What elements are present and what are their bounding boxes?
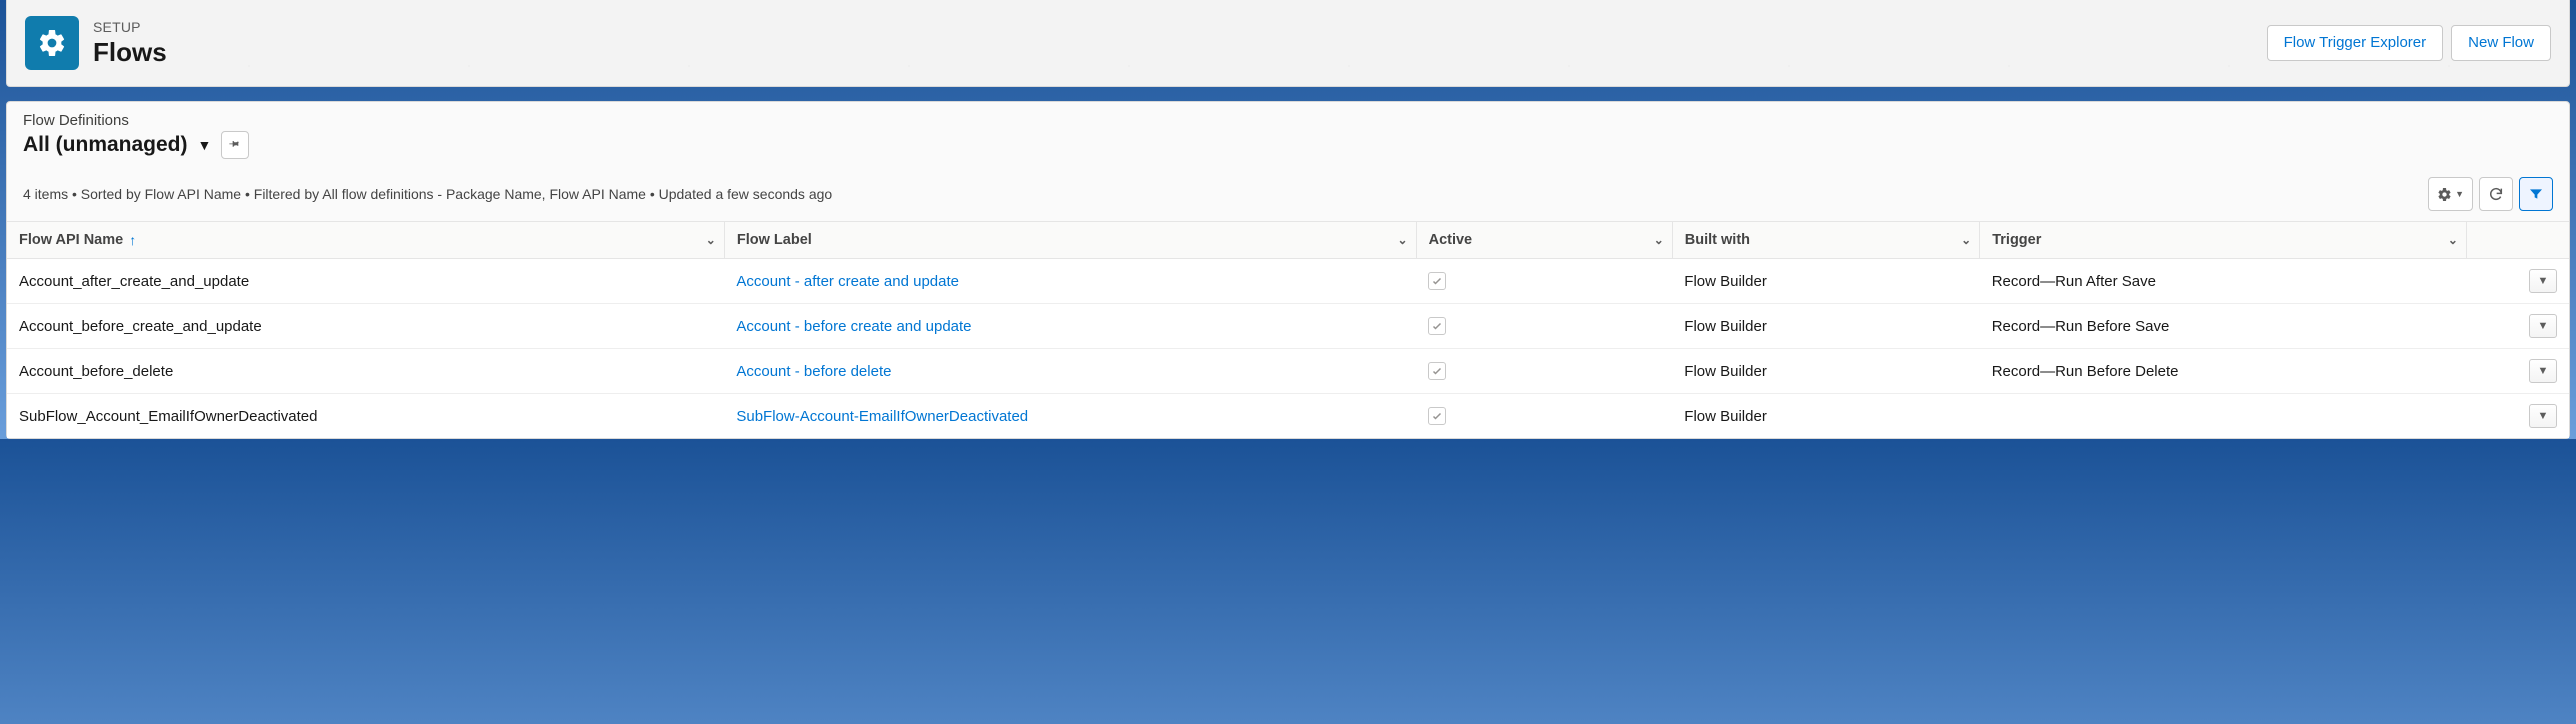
cell-api-name: Account_after_create_and_update bbox=[7, 259, 724, 304]
table-row: Account_before_delete Account - before de… bbox=[7, 349, 2569, 394]
column-header-trigger[interactable]: Trigger ⌄ bbox=[1980, 222, 2467, 259]
column-label: Trigger bbox=[1992, 232, 2041, 248]
cell-trigger: Record—Run Before Save bbox=[1980, 304, 2467, 349]
column-header-api-name[interactable]: Flow API Name ↑ ⌄ bbox=[7, 222, 724, 259]
flow-label-link[interactable]: Account - after create and update bbox=[736, 273, 959, 290]
list-card: Flow Definitions All (unmanaged) ▼ 4 ite… bbox=[6, 101, 2570, 439]
cell-active bbox=[1416, 394, 1672, 439]
column-menu-icon[interactable]: ⌄ bbox=[1398, 233, 1408, 247]
list-status-text: 4 items • Sorted by Flow API Name • Filt… bbox=[23, 186, 832, 202]
cell-actions: ▼ bbox=[2466, 349, 2569, 394]
flow-label-link[interactable]: SubFlow-Account-EmailIfOwnerDeactivated bbox=[736, 408, 1028, 425]
pin-icon bbox=[228, 138, 242, 152]
table-row: Account_before_create_and_update Account … bbox=[7, 304, 2569, 349]
cell-api-name: SubFlow_Account_EmailIfOwnerDeactivated bbox=[7, 394, 724, 439]
column-menu-icon[interactable]: ⌄ bbox=[706, 233, 716, 247]
cell-built-with: Flow Builder bbox=[1672, 304, 1979, 349]
flow-trigger-explorer-button[interactable]: Flow Trigger Explorer bbox=[2267, 25, 2444, 61]
check-icon bbox=[1431, 275, 1443, 287]
filter-button[interactable] bbox=[2519, 177, 2553, 211]
refresh-icon bbox=[2488, 186, 2504, 202]
page-header: SETUP Flows Flow Trigger Explorer New Fl… bbox=[6, 0, 2570, 87]
gear-icon bbox=[37, 28, 67, 58]
check-icon bbox=[1431, 365, 1443, 377]
cell-trigger: Record—Run After Save bbox=[1980, 259, 2467, 304]
cell-active bbox=[1416, 349, 1672, 394]
flow-label-link[interactable]: Account - before create and update bbox=[736, 318, 971, 335]
row-actions-button[interactable]: ▼ bbox=[2529, 269, 2557, 293]
row-actions-button[interactable]: ▼ bbox=[2529, 404, 2557, 428]
cell-active bbox=[1416, 259, 1672, 304]
active-checkbox bbox=[1428, 362, 1446, 380]
column-menu-icon[interactable]: ⌄ bbox=[2448, 233, 2458, 247]
active-checkbox bbox=[1428, 407, 1446, 425]
cell-trigger: Record—Run Before Delete bbox=[1980, 349, 2467, 394]
cell-label: SubFlow-Account-EmailIfOwnerDeactivated bbox=[724, 394, 1416, 439]
table-row: SubFlow_Account_EmailIfOwnerDeactivated S… bbox=[7, 394, 2569, 439]
cell-actions: ▼ bbox=[2466, 394, 2569, 439]
chevron-down-icon: ▼ bbox=[2538, 320, 2549, 332]
column-label: Flow Label bbox=[737, 232, 812, 248]
column-header-active[interactable]: Active ⌄ bbox=[1416, 222, 1672, 259]
flows-app-icon bbox=[25, 16, 79, 70]
cell-label: Account - after create and update bbox=[724, 259, 1416, 304]
cell-api-name: Account_before_delete bbox=[7, 349, 724, 394]
page-eyebrow: SETUP bbox=[93, 19, 2253, 35]
filter-icon bbox=[2528, 186, 2544, 202]
column-label: Flow API Name bbox=[19, 232, 123, 248]
chevron-down-icon: ▼ bbox=[2538, 365, 2549, 377]
column-label: Built with bbox=[1685, 232, 1750, 248]
cell-built-with: Flow Builder bbox=[1672, 259, 1979, 304]
table-row: Account_after_create_and_update Account -… bbox=[7, 259, 2569, 304]
cell-actions: ▼ bbox=[2466, 259, 2569, 304]
column-header-actions bbox=[2466, 222, 2569, 259]
cell-trigger bbox=[1980, 394, 2467, 439]
chevron-down-icon[interactable]: ▼ bbox=[198, 137, 212, 153]
object-label: Flow Definitions bbox=[23, 112, 2553, 129]
chevron-down-icon: ▼ bbox=[2538, 275, 2549, 287]
chevron-down-icon: ▼ bbox=[2538, 410, 2549, 422]
cell-label: Account - before delete bbox=[724, 349, 1416, 394]
list-view-name[interactable]: All (unmanaged) bbox=[23, 133, 188, 157]
new-flow-button[interactable]: New Flow bbox=[2451, 25, 2551, 61]
chevron-down-icon: ▼ bbox=[2455, 189, 2464, 199]
check-icon bbox=[1431, 320, 1443, 332]
check-icon bbox=[1431, 410, 1443, 422]
column-label: Active bbox=[1429, 232, 1473, 248]
cell-built-with: Flow Builder bbox=[1672, 349, 1979, 394]
cell-built-with: Flow Builder bbox=[1672, 394, 1979, 439]
page-title: Flows bbox=[93, 37, 2253, 68]
gear-icon bbox=[2437, 187, 2452, 202]
row-actions-button[interactable]: ▼ bbox=[2529, 314, 2557, 338]
cell-actions: ▼ bbox=[2466, 304, 2569, 349]
cell-label: Account - before create and update bbox=[724, 304, 1416, 349]
flow-label-link[interactable]: Account - before delete bbox=[736, 363, 891, 380]
cell-api-name: Account_before_create_and_update bbox=[7, 304, 724, 349]
column-header-built-with[interactable]: Built with ⌄ bbox=[1672, 222, 1979, 259]
active-checkbox bbox=[1428, 272, 1446, 290]
list-view-controls-button[interactable]: ▼ bbox=[2428, 177, 2473, 211]
row-actions-button[interactable]: ▼ bbox=[2529, 359, 2557, 383]
active-checkbox bbox=[1428, 317, 1446, 335]
column-menu-icon[interactable]: ⌄ bbox=[1961, 233, 1971, 247]
column-header-label[interactable]: Flow Label ⌄ bbox=[724, 222, 1416, 259]
cell-active bbox=[1416, 304, 1672, 349]
column-menu-icon[interactable]: ⌄ bbox=[1654, 233, 1664, 247]
flows-table: Flow API Name ↑ ⌄ Flow Label ⌄ Active ⌄ bbox=[7, 221, 2569, 438]
pin-list-view-button[interactable] bbox=[221, 131, 249, 159]
refresh-button[interactable] bbox=[2479, 177, 2513, 211]
sort-ascending-icon: ↑ bbox=[129, 232, 136, 248]
